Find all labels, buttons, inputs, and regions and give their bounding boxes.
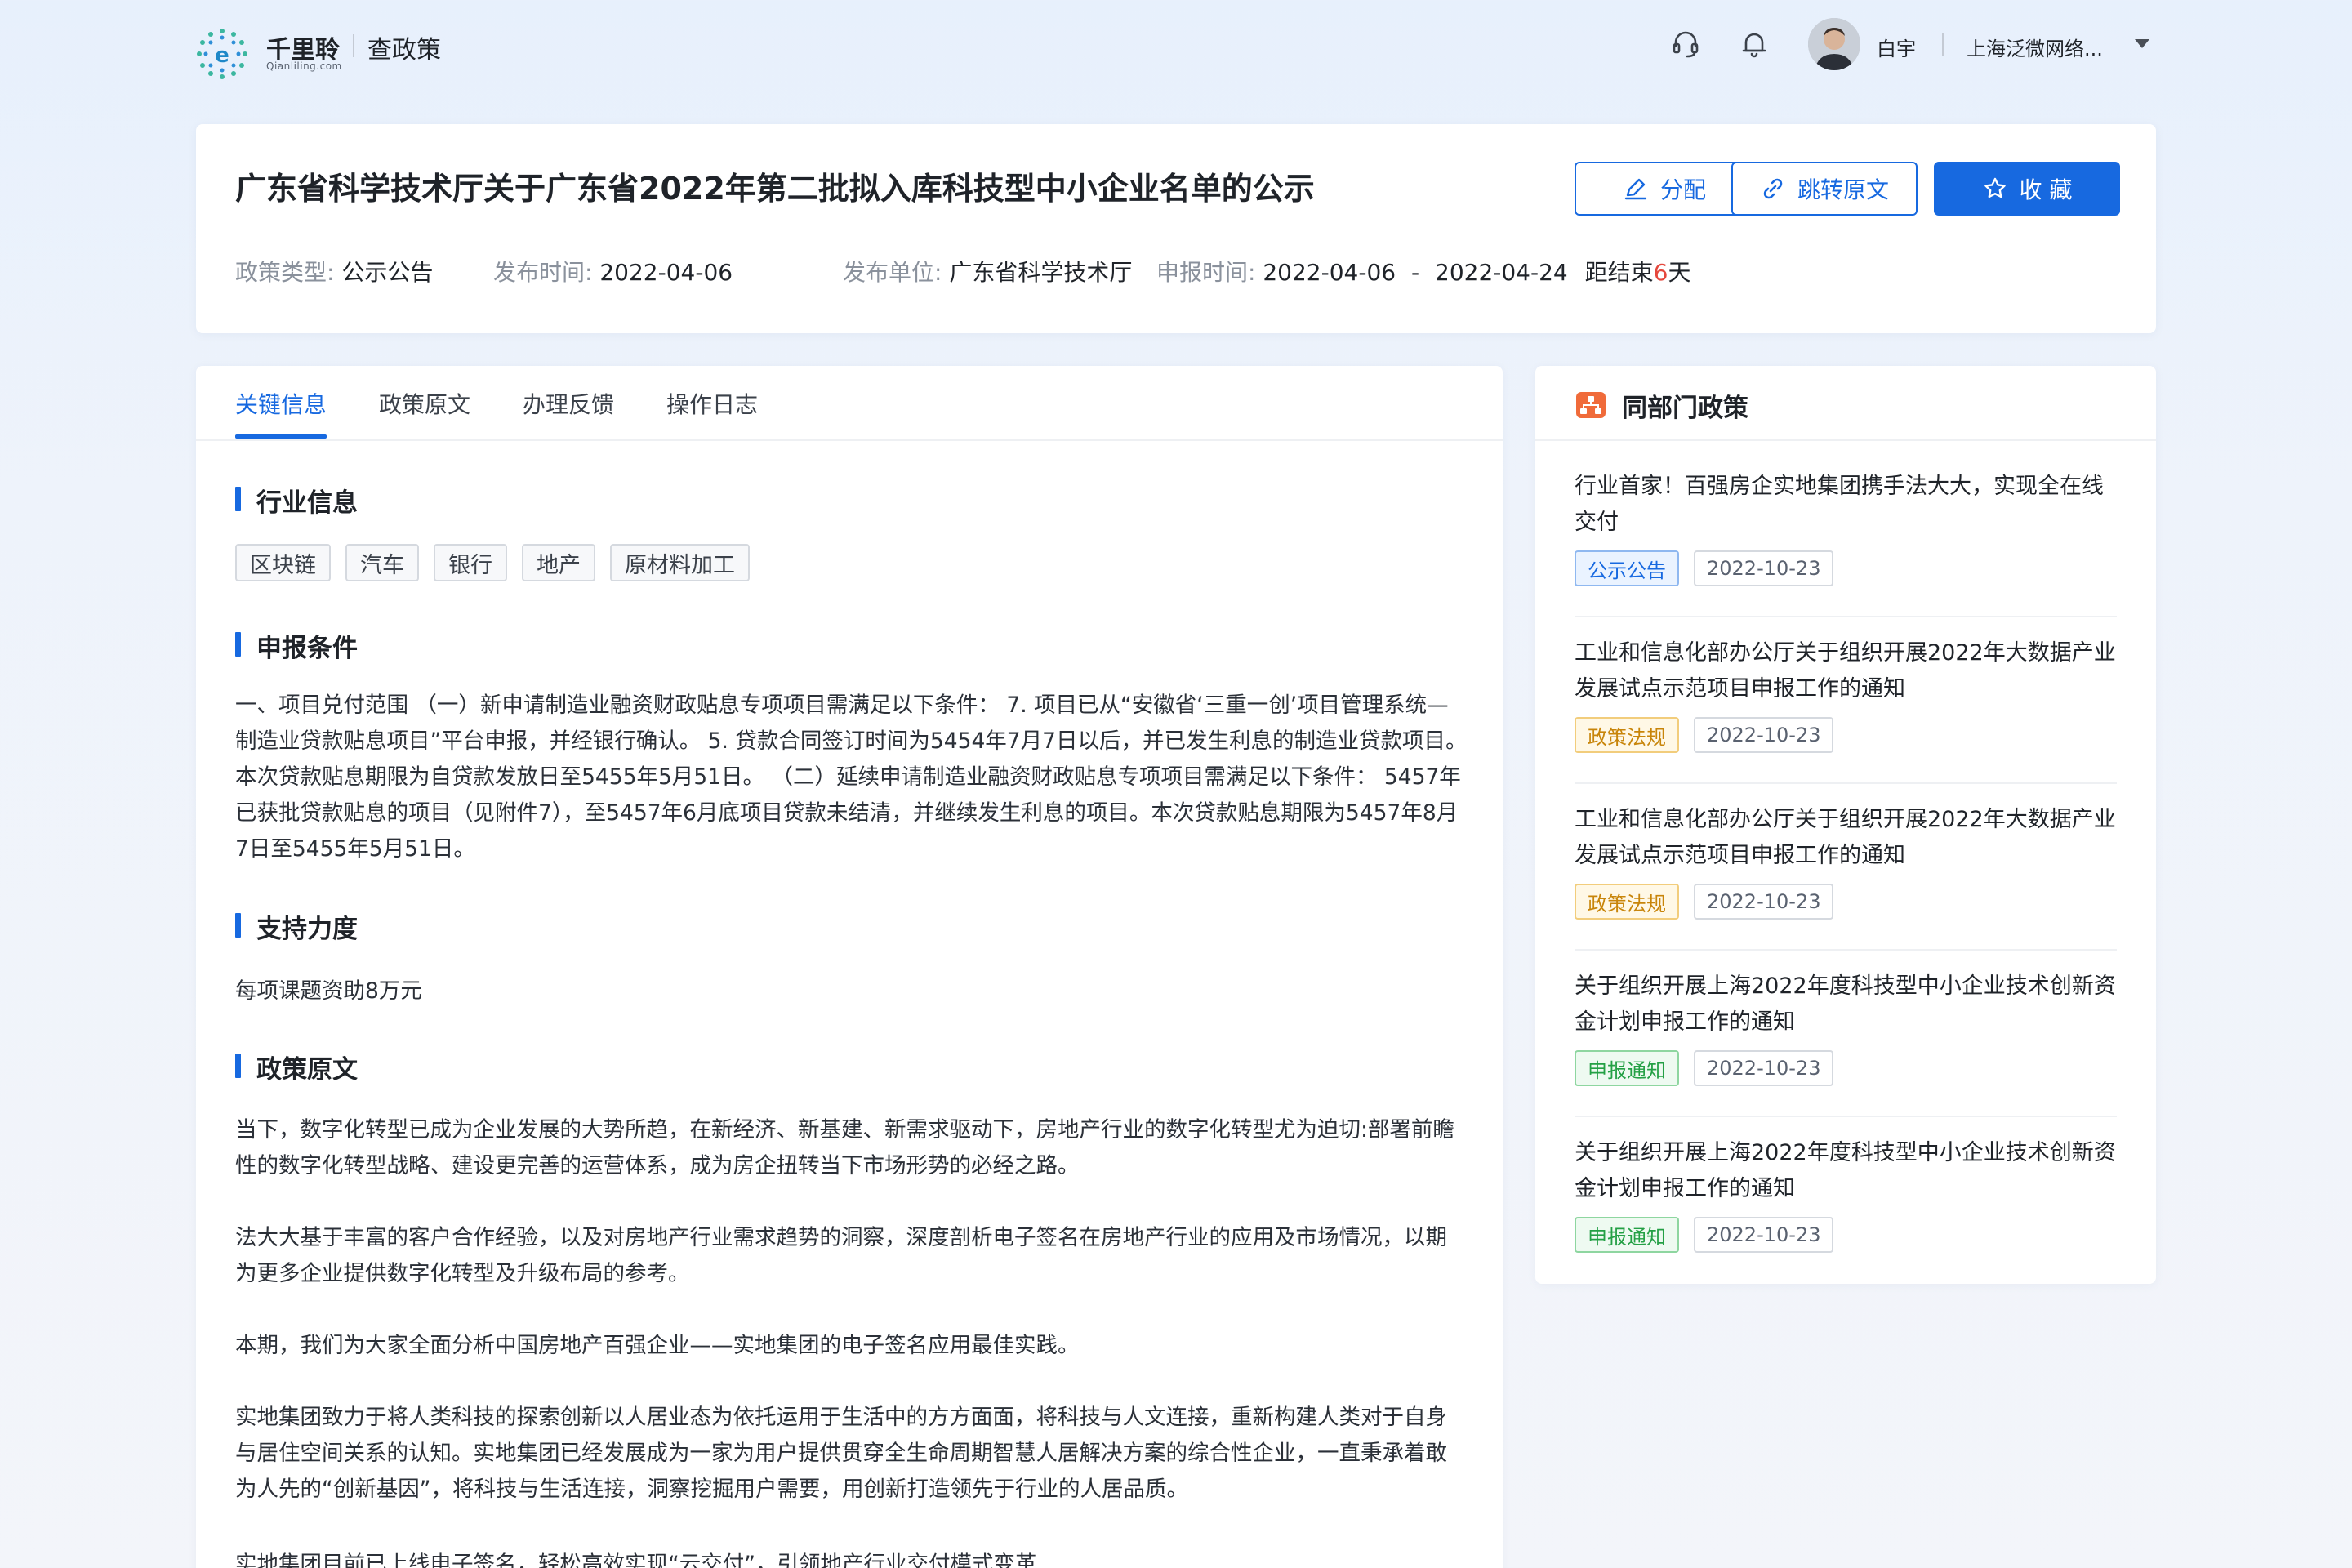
active-tab-indicator	[235, 434, 327, 439]
meta-publish-value: 2022-04-06	[599, 259, 733, 286]
favorite-button[interactable]: 收 藏	[1934, 162, 2120, 216]
same-department-card: 同部门政策 行业首家！百强房企实地集团携手法大大，实现全在线交付 公示公告 20…	[1535, 366, 2156, 1284]
industry-tags: 区块链 汽车 银行 地产 原材料加工	[235, 544, 750, 581]
meta-apply-end: 2022-04-24	[1435, 259, 1568, 286]
original-paragraph: 法大大基于丰富的客户合作经验，以及对房地产行业需求趋势的洞察，深度剖析电子签名在…	[235, 1225, 1447, 1286]
jump-original-label: 跳转原文	[1797, 176, 1889, 203]
chevron-down-icon[interactable]	[2135, 39, 2149, 48]
category-tag: 申报通知	[1575, 1050, 1679, 1086]
industry-tag: 地产	[522, 544, 595, 581]
meta-remain-days: 6	[1653, 259, 1668, 286]
date-tag: 2022-10-23	[1694, 550, 1834, 586]
side-item-tags: 政策法规 2022-10-23	[1575, 717, 2117, 753]
svg-text:e: e	[215, 43, 229, 68]
industry-tag: 银行	[434, 544, 507, 581]
avatar[interactable]	[1808, 18, 1860, 70]
category-tag: 公示公告	[1575, 550, 1679, 586]
department-org-icon	[1576, 392, 1606, 418]
assign-button[interactable]: 分配	[1575, 162, 1754, 216]
industry-tag: 汽车	[345, 544, 419, 581]
side-item-title[interactable]: 关于组织开展上海2022年度科技型中小企业技术创新资金计划申报工作的通知	[1575, 969, 2117, 1040]
list-divider	[1575, 616, 2117, 617]
headset-icon[interactable]	[1669, 28, 1702, 60]
top-bar: e 千里聆 Qianliling.com 查政策 白宇 上海泛微网络...	[0, 0, 2352, 90]
industry-tag: 区块链	[235, 544, 331, 581]
user-divider	[1942, 33, 1944, 56]
original-paragraph: 本期，我们为大家全面分析中国房地产百强企业——实地集团的电子签名应用最佳实践。	[235, 1333, 1080, 1358]
meta-remain-prefix: 距结束	[1584, 259, 1654, 286]
list-item[interactable]: 工业和信息化部办公厅关于组织开展2022年大数据产业发展试点示范项目申报工作的通…	[1575, 635, 2117, 753]
side-item-tags: 申报通知 2022-10-23	[1575, 1217, 2117, 1253]
tab-operation-log[interactable]: 操作日志	[666, 387, 758, 420]
side-item-title[interactable]: 关于组织开展上海2022年度科技型中小企业技术创新资金计划申报工作的通知	[1575, 1135, 2117, 1207]
section-title: 查政策	[368, 36, 441, 65]
category-tag: 政策法规	[1575, 717, 1679, 753]
star-icon	[1984, 177, 2006, 198]
tab-key-info[interactable]: 关键信息	[235, 387, 327, 420]
side-card-title: 同部门政策	[1622, 394, 1748, 423]
conditions-text: 一、项目兑付范围 （一）新申请制造业融资财政贴息专项项目需满足以下条件： 7. …	[235, 693, 1468, 862]
meta-remain-suffix: 天	[1668, 259, 1691, 286]
side-item-tags: 公示公告 2022-10-23	[1575, 550, 2117, 586]
user-avatar-icon	[1808, 18, 1860, 70]
policy-detail-card: 关键信息 政策原文 办理反馈 操作日志 行业信息 区块链 汽车 银行 地产 原材…	[196, 366, 1503, 1568]
list-item[interactable]: 工业和信息化部办公厅关于组织开展2022年大数据产业发展试点示范项目申报工作的通…	[1575, 802, 2117, 920]
jump-original-button[interactable]: 跳转原文	[1731, 162, 1918, 216]
side-item-tags: 申报通知 2022-10-23	[1575, 1050, 2117, 1086]
support-text: 每项课题资助8万元	[235, 978, 422, 1004]
meta-apply-period: 申报时间: 2022-04-06 - 2022-04-24 距结束6天	[1156, 255, 1691, 287]
meta-type-value: 公示公告	[341, 259, 434, 286]
list-divider	[1575, 1116, 2117, 1117]
brand-logo-icon[interactable]: e	[194, 26, 250, 82]
meta-apply-label: 申报时间:	[1156, 259, 1256, 286]
category-tag: 政策法规	[1575, 884, 1679, 920]
original-section-title: 政策原文	[235, 1049, 358, 1085]
page-title: 广东省科学技术厅关于广东省2022年第二批拟入库科技型中小企业名单的公示	[235, 171, 1315, 207]
favorite-label: 收 藏	[2019, 176, 2073, 203]
meta-apply-dash: -	[1410, 259, 1420, 286]
meta-publish-label: 发布时间:	[493, 259, 593, 286]
side-item-title[interactable]: 工业和信息化部办公厅关于组织开展2022年大数据产业发展试点示范项目申报工作的通…	[1575, 635, 2117, 707]
side-card-header: 同部门政策	[1535, 366, 2156, 441]
bell-icon[interactable]	[1738, 28, 1771, 60]
original-paragraph: 当下，数字化转型已成为企业发展的大势所趋，在新经济、新基建、新需求驱动下，房地产…	[235, 1117, 1454, 1178]
date-tag: 2022-10-23	[1694, 717, 1834, 753]
meta-type-label: 政策类型:	[235, 259, 335, 286]
tab-feedback[interactable]: 办理反馈	[523, 387, 614, 420]
list-item[interactable]: 行业首家！百强房企实地集团携手法大大，实现全在线交付 公示公告 2022-10-…	[1575, 469, 2117, 586]
industry-section-title: 行业信息	[235, 482, 358, 519]
meta-publish-date: 发布时间: 2022-04-06	[493, 255, 733, 287]
side-item-title[interactable]: 行业首家！百强房企实地集团携手法大大，实现全在线交付	[1575, 469, 2117, 541]
link-icon	[1763, 178, 1783, 199]
category-tag: 申报通知	[1575, 1217, 1679, 1253]
brand-divider	[353, 34, 354, 57]
list-divider	[1575, 782, 2117, 784]
date-tag: 2022-10-23	[1694, 884, 1834, 920]
list-item[interactable]: 关于组织开展上海2022年度科技型中小企业技术创新资金计划申报工作的通知 申报通…	[1575, 969, 2117, 1086]
date-tag: 2022-10-23	[1694, 1217, 1834, 1253]
meta-apply-start: 2022-04-06	[1263, 259, 1396, 286]
assign-label: 分配	[1659, 176, 1706, 203]
list-divider	[1575, 949, 2117, 951]
original-paragraph: 实地集团致力于将人类科技的探索创新以人居业态为依托运用于生活中的方方面面，将科技…	[235, 1405, 1447, 1502]
meta-publish-unit: 发布单位: 广东省科学技术厅	[843, 255, 1132, 287]
original-paragraph: 实地集团目前已上线电子签名，轻松高效实现“云交付”，引领地产行业交付模式变革	[235, 1552, 1037, 1568]
org-selector[interactable]: 上海泛微网络...	[1967, 33, 2103, 61]
user-name[interactable]: 白宇	[1877, 33, 1916, 61]
side-item-tags: 政策法规 2022-10-23	[1575, 884, 2117, 920]
conditions-section-title: 申报条件	[235, 627, 358, 664]
meta-unit-value: 广东省科学技术厅	[949, 259, 1133, 286]
date-tag: 2022-10-23	[1694, 1050, 1834, 1086]
side-item-title[interactable]: 工业和信息化部办公厅关于组织开展2022年大数据产业发展试点示范项目申报工作的通…	[1575, 802, 2117, 874]
list-item[interactable]: 关于组织开展上海2022年度科技型中小企业技术创新资金计划申报工作的通知 申报通…	[1575, 1135, 2117, 1253]
meta-policy-type: 政策类型: 公示公告	[235, 255, 433, 287]
brand-domain: Qianliling.com	[266, 60, 342, 72]
support-section-title: 支持力度	[235, 908, 358, 945]
policy-header-card: 广东省科学技术厅关于广东省2022年第二批拟入库科技型中小企业名单的公示 分配 …	[196, 124, 2156, 333]
industry-tag: 原材料加工	[610, 544, 750, 581]
tab-bar: 关键信息 政策原文 办理反馈 操作日志	[196, 366, 1503, 441]
tab-policy-original[interactable]: 政策原文	[379, 387, 470, 420]
edit-assign-icon	[1624, 178, 1647, 200]
meta-unit-label: 发布单位:	[843, 259, 942, 286]
